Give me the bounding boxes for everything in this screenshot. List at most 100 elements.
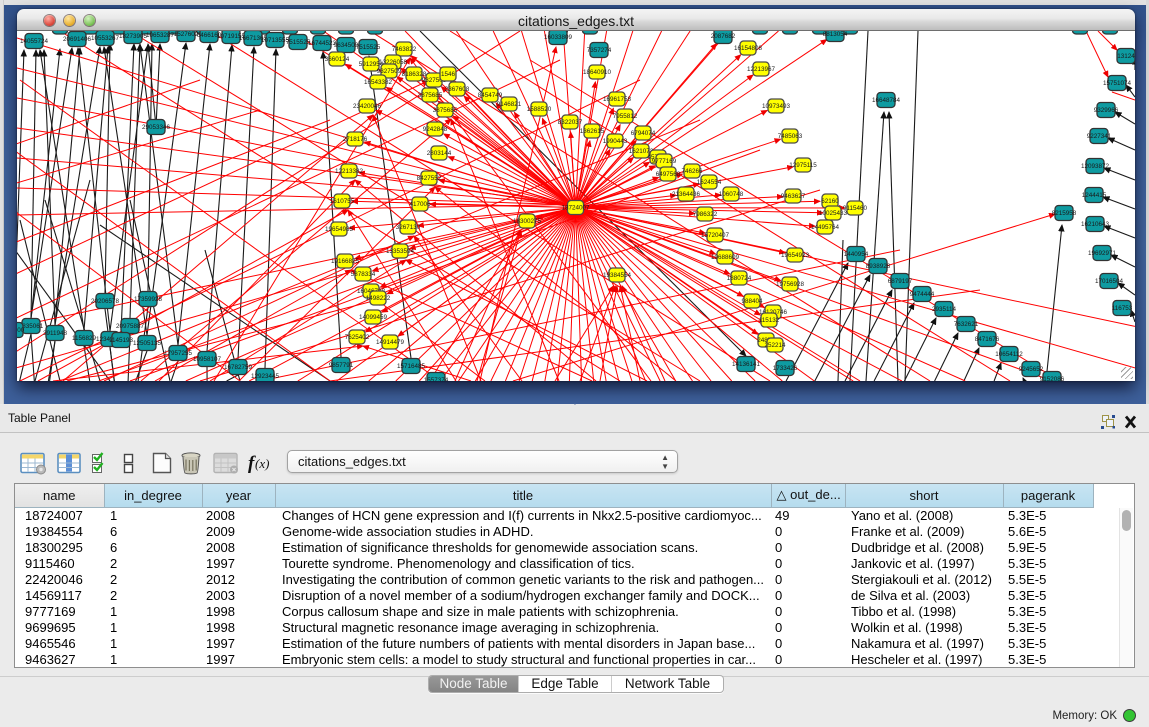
svg-text:5878334: 5878334 xyxy=(351,271,376,278)
svg-text:1440954: 1440954 xyxy=(844,251,869,258)
svg-text:1990443: 1990443 xyxy=(603,138,628,145)
svg-text:8427552: 8427552 xyxy=(417,175,442,182)
svg-text:1145193: 1145193 xyxy=(109,337,134,344)
svg-text:10654112: 10654112 xyxy=(995,351,1023,358)
svg-text:18273905: 18273905 xyxy=(119,33,148,40)
svg-text:14495764: 14495764 xyxy=(811,224,840,231)
svg-text:1060748: 1060748 xyxy=(719,191,744,198)
svg-text:16744523: 16744523 xyxy=(308,40,337,47)
svg-text:9227341: 9227341 xyxy=(1087,133,1112,140)
svg-text:12213967: 12213967 xyxy=(747,66,776,73)
svg-text:1498222: 1498222 xyxy=(366,295,391,302)
svg-text:16154808: 16154808 xyxy=(734,45,763,52)
svg-text:7632621: 7632621 xyxy=(954,321,979,328)
svg-text:12923445: 12923445 xyxy=(251,373,280,380)
svg-text:7357274: 7357274 xyxy=(587,47,612,54)
svg-text:2935114: 2935114 xyxy=(932,306,957,313)
svg-text:9329966: 9329966 xyxy=(1094,107,1119,114)
svg-text:746266: 746266 xyxy=(681,168,703,175)
svg-text:9463627: 9463627 xyxy=(781,193,806,200)
svg-text:10958107: 10958107 xyxy=(193,356,222,363)
svg-text:1527602: 1527602 xyxy=(174,31,199,38)
svg-text:12975115: 12975115 xyxy=(789,162,817,169)
svg-text:13124: 13124 xyxy=(1117,53,1135,60)
svg-text:417006: 417006 xyxy=(409,201,431,208)
svg-text:981100: 981100 xyxy=(17,327,25,334)
svg-text:12093872: 12093872 xyxy=(1081,163,1110,170)
svg-text:252214: 252214 xyxy=(764,342,786,349)
svg-text:12505135: 12505135 xyxy=(133,340,162,347)
svg-text:2367608: 2367608 xyxy=(445,86,470,93)
svg-text:6794074: 6794074 xyxy=(631,130,656,137)
svg-text:19654985: 19654985 xyxy=(325,226,354,233)
svg-text:988404: 988404 xyxy=(741,298,763,305)
svg-text:1733426: 1733426 xyxy=(773,365,798,372)
svg-text:20691406: 20691406 xyxy=(63,36,92,43)
svg-text:6497568: 6497568 xyxy=(656,171,681,178)
svg-text:1244415: 1244415 xyxy=(1082,192,1107,199)
svg-text:16648784: 16648784 xyxy=(872,97,901,104)
svg-text:9777169: 9777169 xyxy=(652,158,677,165)
svg-text:21364436: 21364436 xyxy=(672,191,701,198)
svg-text:7463822: 7463822 xyxy=(392,46,417,53)
svg-text:1362615: 1362615 xyxy=(580,128,605,135)
svg-text:3875685: 3875685 xyxy=(433,107,458,114)
svg-text:7625402: 7625402 xyxy=(345,334,370,341)
svg-text:1624554: 1624554 xyxy=(697,179,722,186)
svg-text:1610755: 1610755 xyxy=(330,198,355,205)
svg-text:1588520: 1588520 xyxy=(527,106,552,113)
svg-text:20206578: 20206578 xyxy=(91,298,120,305)
svg-text:29053346: 29053346 xyxy=(142,124,171,131)
svg-text:9152086: 9152086 xyxy=(1040,376,1065,381)
svg-text:9146821: 9146821 xyxy=(497,101,522,108)
svg-text:9115460: 9115460 xyxy=(843,205,868,212)
svg-text:15716485: 15716485 xyxy=(397,363,426,370)
svg-text:17359928: 17359928 xyxy=(134,296,163,303)
svg-text:19166825: 19166825 xyxy=(331,258,360,265)
svg-text:15751074: 15751074 xyxy=(1103,80,1132,87)
svg-text:15720407: 15720407 xyxy=(701,232,730,239)
svg-text:3911948: 3911948 xyxy=(43,330,68,337)
svg-text:9242848: 9242848 xyxy=(423,126,448,133)
svg-text:17957255: 17957255 xyxy=(164,350,193,357)
svg-text:20975887: 20975887 xyxy=(116,323,145,330)
svg-text:7986322: 7986322 xyxy=(693,211,718,218)
svg-text:18724007: 18724007 xyxy=(561,205,590,212)
svg-text:9857791: 9857791 xyxy=(329,362,354,369)
svg-text:6879197: 6879197 xyxy=(888,278,913,285)
svg-text:3660124: 3660124 xyxy=(325,56,350,63)
svg-text:62160: 62160 xyxy=(821,198,839,205)
svg-text:14136141: 14136141 xyxy=(732,361,761,368)
svg-text:7485063: 7485063 xyxy=(778,133,803,140)
svg-text:(x): (x) xyxy=(255,456,269,471)
svg-text:9327509: 9327509 xyxy=(377,68,402,75)
svg-text:17016504: 17016504 xyxy=(1095,278,1124,285)
svg-text:16210643: 16210643 xyxy=(1081,221,1110,228)
svg-text:2087682: 2087682 xyxy=(711,33,736,40)
svg-text:19384554: 19384554 xyxy=(603,272,632,279)
svg-text:8215958: 8215958 xyxy=(1052,210,1077,217)
svg-text:16543382: 16543382 xyxy=(364,79,393,86)
svg-text:8454749: 8454749 xyxy=(478,92,503,99)
svg-text:10553267: 10553267 xyxy=(91,35,120,42)
svg-text:14055724: 14055724 xyxy=(20,38,49,45)
svg-text:19756928: 19756928 xyxy=(776,281,805,288)
svg-text:18300275: 18300275 xyxy=(513,218,542,225)
svg-text:1156829: 1156829 xyxy=(72,335,97,342)
svg-text:1546: 1546 xyxy=(441,71,456,78)
svg-text:7515525: 7515525 xyxy=(356,44,381,51)
svg-text:7955812: 7955812 xyxy=(613,113,638,120)
svg-text:115132: 115132 xyxy=(759,317,780,324)
svg-text:9474444: 9474444 xyxy=(910,291,935,298)
svg-text:116753: 116753 xyxy=(1112,305,1133,312)
svg-text:2718176: 2718176 xyxy=(343,136,368,143)
svg-text:16033809: 16033809 xyxy=(544,34,573,41)
svg-text:14914479: 14914479 xyxy=(376,339,405,346)
svg-text:8938928: 8938928 xyxy=(866,263,891,270)
svg-text:10653287: 10653287 xyxy=(146,32,175,39)
svg-text:8471676: 8471676 xyxy=(975,336,1000,343)
svg-text:3875685: 3875685 xyxy=(418,92,443,99)
svg-text:9245652: 9245652 xyxy=(1019,366,1044,373)
svg-text:8813054: 8813054 xyxy=(823,31,848,38)
svg-text:18640910: 18640910 xyxy=(583,69,612,76)
